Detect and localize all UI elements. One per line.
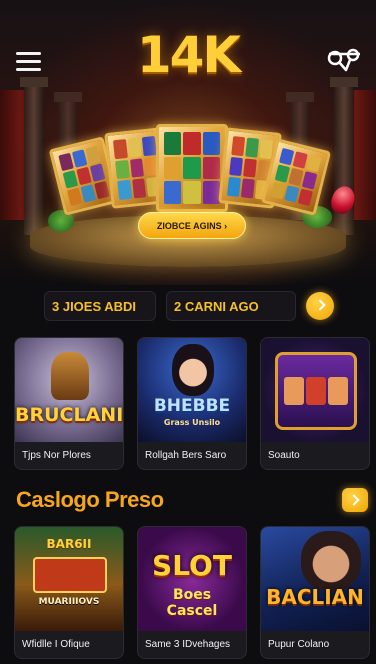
game-caption: Soauto — [268, 450, 300, 461]
game-card[interactable]: Soauto — [260, 337, 370, 470]
game-caption: Wfidlle I Ofique — [22, 639, 90, 650]
game-thumbnail: BHEBBE Grass Unsilo — [138, 338, 246, 442]
gift-icon[interactable] — [326, 44, 362, 76]
character-figure — [51, 352, 89, 400]
character-figure — [301, 531, 361, 591]
game-caption: Tjps Nor Plores — [22, 450, 91, 461]
section-next-arrow-icon[interactable] — [342, 488, 368, 512]
slot-machine-screen-center — [156, 124, 228, 212]
brand-logo[interactable]: 14K — [0, 26, 376, 84]
section-title: Caslogo Preso — [16, 487, 164, 512]
pillar — [20, 77, 48, 235]
game-card[interactable]: BACLIAN Pupur Colano — [260, 526, 370, 659]
game-thumbnail — [261, 338, 369, 442]
game-subtitle-art: MUARIIIOVS — [38, 597, 100, 607]
promo-button[interactable]: ZIOBCE AGINS › — [138, 212, 246, 239]
game-card[interactable]: BAR6II MUARIIIOVS Wfidlle I Ofique — [14, 526, 124, 659]
game-title-art: BACLIAN — [266, 585, 364, 609]
game-thumbnail: BAR6II MUARIIIOVS — [15, 527, 123, 631]
character-figure — [172, 344, 214, 396]
slot-reels — [33, 557, 107, 593]
game-card[interactable]: BRUCLANI Tjps Nor Plores — [14, 337, 124, 470]
game-caption: Rollgah Bers Saro — [145, 450, 227, 461]
game-subtitle-art: Grass Unsilo — [163, 418, 221, 427]
game-thumbnail: SLOT Boes Cascel — [138, 527, 246, 631]
game-caption: Same 3 IDvehages — [145, 639, 231, 650]
top-header: 14K — [0, 0, 376, 90]
game-title-art: BAR6II — [46, 537, 92, 551]
game-thumbnail: BACLIAN — [261, 527, 369, 631]
game-subtitle-art: Boes Cascel — [166, 587, 218, 619]
game-card[interactable]: BHEBBE Grass Unsilo Rollgah Bers Saro — [137, 337, 247, 470]
ticker-next-arrow-icon[interactable] — [306, 292, 334, 320]
game-title-art: BHEBBE — [153, 396, 231, 416]
ticker-item: 2 CARNI AGO — [166, 291, 296, 321]
game-caption: Pupur Colano — [268, 639, 330, 650]
game-thumbnail: BRUCLANI — [15, 338, 123, 442]
game-title-art: BRUCLANI — [15, 404, 123, 426]
ticker-item: 3 JIOES ABDI — [44, 291, 156, 321]
slot-machine-icon — [275, 352, 357, 430]
winners-ticker: 3 JIOES ABDI 2 CARNI AGO — [0, 290, 376, 322]
game-title-art: SLOT — [152, 549, 232, 582]
game-card[interactable]: SLOT Boes Cascel Same 3 IDvehages — [137, 526, 247, 659]
